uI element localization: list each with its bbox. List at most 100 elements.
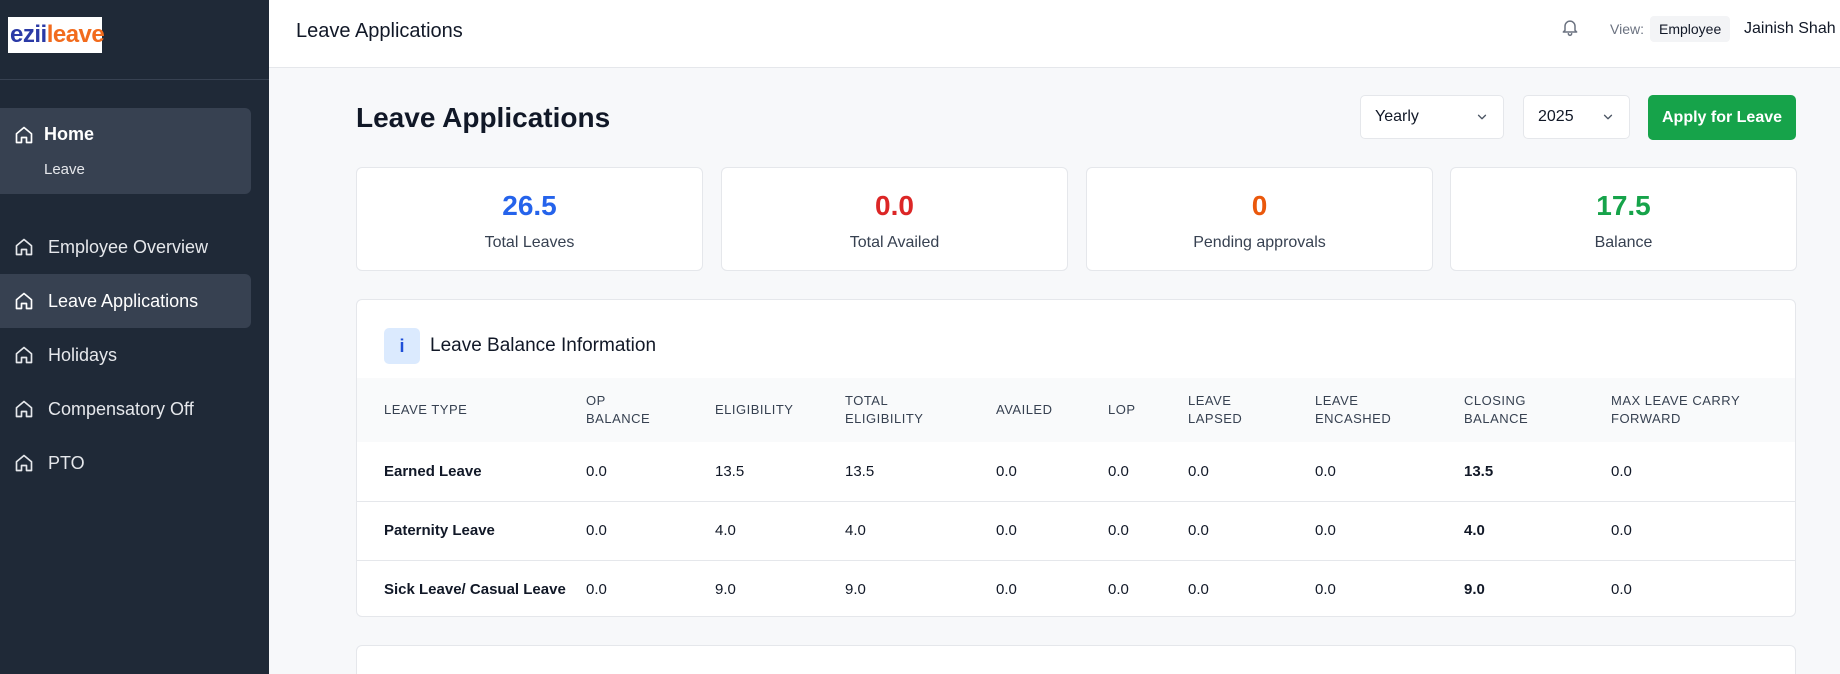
table-cell: 0.0 bbox=[1108, 522, 1129, 539]
table-cell: 0.0 bbox=[1315, 462, 1336, 480]
stat-caption: Total Availed bbox=[849, 234, 940, 251]
sidebar-item-label: Compensatory Off bbox=[48, 398, 194, 419]
column-header-line: ELIGIBILITY bbox=[715, 402, 794, 417]
chevron-down-icon bbox=[1601, 110, 1615, 129]
user-name[interactable]: Jainish Shah bbox=[1744, 20, 1836, 38]
table-header-row: LEAVE TYPE OP BALANCE ELIGIBILITY TOTAL EL… bbox=[357, 378, 1795, 442]
panel-title: Leave Balance Information bbox=[430, 335, 657, 356]
table-cell: 0.0 bbox=[1611, 522, 1632, 539]
column-header-line: LEAVE TYPE bbox=[384, 402, 468, 417]
home-icon bbox=[14, 291, 34, 311]
column-header: ELIGIBILITY bbox=[715, 378, 845, 442]
table-row: Earned Leave 0.0 13.5 13.5 0.0 0.0 0.0 0… bbox=[357, 442, 1795, 501]
sidebar-item-leave-applications[interactable]: Leave Applications bbox=[0, 274, 251, 328]
period-select[interactable]: Yearly bbox=[1360, 95, 1504, 139]
sidebar-item-compensatory-off[interactable]: Compensatory Off bbox=[0, 382, 251, 436]
stat-caption: Balance bbox=[1594, 234, 1653, 251]
column-header: LEAVE ENCASHED bbox=[1315, 378, 1464, 442]
sidebar-item-home[interactable]: Home Leave bbox=[0, 108, 251, 194]
table-cell: 0.0 bbox=[1108, 581, 1129, 599]
table-cell: 13.5 bbox=[845, 462, 875, 480]
stat-caption: Total Leaves bbox=[484, 234, 575, 251]
sidebar-item-label: Employee Overview bbox=[48, 236, 209, 257]
column-header-line: TOTAL bbox=[845, 393, 889, 408]
table-cell: 0.0 bbox=[586, 522, 607, 539]
table-cell: 0.0 bbox=[996, 581, 1017, 599]
sidebar-subitem-leave[interactable]: Leave bbox=[44, 161, 85, 178]
apply-for-leave-button[interactable]: Apply for Leave bbox=[1648, 95, 1796, 140]
stat-card-total-leaves: 26.5 Total Leaves bbox=[356, 167, 703, 271]
brand-logo-part1: ezii bbox=[10, 21, 47, 48]
page-title: Leave Applications bbox=[356, 102, 611, 133]
column-header-line: BALANCE bbox=[1464, 411, 1529, 426]
header-title: Leave Applications bbox=[296, 20, 463, 42]
column-header: MAX LEAVE CARRY FORWARD bbox=[1611, 378, 1795, 442]
table-cell: 0.0 bbox=[996, 462, 1017, 480]
column-header-line: FORWARD bbox=[1611, 411, 1681, 426]
column-header-line: CLOSING bbox=[1464, 393, 1527, 408]
table-cell: 0.0 bbox=[1611, 581, 1632, 599]
stat-card-pending-approvals: 0 Pending approvals bbox=[1086, 167, 1433, 271]
table-cell: 0.0 bbox=[1315, 522, 1336, 539]
column-header-line: LEAVE bbox=[1188, 393, 1232, 408]
table-cell: 0.0 bbox=[1188, 581, 1209, 599]
column-header-line: LEAVE bbox=[1315, 393, 1359, 408]
sidebar-item-pto[interactable]: PTO bbox=[0, 436, 251, 490]
column-header-line: LAPSED bbox=[1188, 411, 1243, 426]
next-panel bbox=[356, 645, 1796, 674]
bell-icon[interactable] bbox=[1560, 16, 1580, 43]
info-icon: i bbox=[384, 328, 420, 364]
brand-logo-part2: leave bbox=[46, 21, 105, 48]
column-header: CLOSING BALANCE bbox=[1464, 378, 1611, 442]
home-icon bbox=[14, 453, 34, 473]
cell-closing-balance: 9.0 bbox=[1464, 581, 1485, 599]
cell-leave-type: Paternity Leave bbox=[384, 522, 495, 539]
stat-value: 0 bbox=[1251, 190, 1268, 221]
stat-card-total-availed: 0.0 Total Availed bbox=[721, 167, 1068, 271]
brand-logo[interactable]: ezii leave bbox=[8, 17, 105, 53]
table-cell: 0.0 bbox=[1108, 462, 1129, 480]
table-cell: 0.0 bbox=[586, 462, 607, 480]
year-select[interactable]: 2025 bbox=[1523, 95, 1630, 139]
table-cell: 0.0 bbox=[1188, 462, 1209, 480]
cell-leave-type: Earned Leave bbox=[384, 462, 482, 480]
column-header-line: ELIGIBILITY bbox=[845, 411, 924, 426]
table-cell: 0.0 bbox=[1315, 581, 1336, 599]
cell-closing-balance: 4.0 bbox=[1464, 522, 1485, 539]
column-header: LOP bbox=[1108, 378, 1188, 442]
column-header: LEAVE TYPE bbox=[357, 378, 586, 442]
table-cell: 0.0 bbox=[1188, 522, 1209, 539]
sidebar-item-label: Holidays bbox=[48, 344, 118, 365]
stat-value: 0.0 bbox=[875, 190, 914, 221]
table-row: Sick Leave/ Casual Leave 0.0 9.0 9.0 0.0… bbox=[357, 560, 1795, 616]
view-label: View: bbox=[1610, 21, 1644, 37]
period-select-value: Yearly bbox=[1375, 108, 1419, 125]
table-cell: 0.0 bbox=[996, 522, 1017, 539]
top-bar: Leave Applications View: Employee Jainis… bbox=[269, 0, 1840, 68]
sidebar-item-label: Leave Applications bbox=[48, 290, 199, 311]
sidebar-item-holidays[interactable]: Holidays bbox=[0, 328, 251, 382]
stat-value: 26.5 bbox=[502, 190, 557, 221]
column-header: LEAVE LAPSED bbox=[1188, 378, 1315, 442]
column-header-line: LOP bbox=[1108, 402, 1136, 417]
column-header: AVAILED bbox=[996, 378, 1108, 442]
column-header-line: OP bbox=[586, 393, 606, 408]
table-cell: 0.0 bbox=[586, 581, 607, 599]
table-cell: 9.0 bbox=[715, 581, 736, 599]
year-select-value: 2025 bbox=[1538, 108, 1574, 125]
view-role-badge[interactable]: Employee bbox=[1650, 16, 1731, 42]
home-icon bbox=[14, 345, 34, 365]
panel-header: i Leave Balance Information bbox=[384, 328, 656, 364]
column-header: TOTAL ELIGIBILITY bbox=[845, 378, 996, 442]
leave-balance-table: LEAVE TYPE OP BALANCE ELIGIBILITY TOTAL EL… bbox=[357, 378, 1795, 616]
sidebar-item-employee-overview[interactable]: Employee Overview bbox=[0, 220, 251, 274]
table-cell: 9.0 bbox=[845, 581, 866, 599]
column-header-line: BALANCE bbox=[586, 411, 651, 426]
stat-card-balance: 17.5 Balance bbox=[1450, 167, 1797, 271]
table-row: Paternity Leave 0.0 4.0 4.0 0.0 0.0 0.0 … bbox=[357, 501, 1795, 560]
home-icon bbox=[14, 125, 34, 145]
chevron-down-icon bbox=[1475, 110, 1489, 129]
column-header-line: MAX LEAVE CARRY bbox=[1611, 393, 1741, 408]
stat-caption: Pending approvals bbox=[1193, 234, 1326, 251]
column-header-line: ENCASHED bbox=[1315, 411, 1392, 426]
